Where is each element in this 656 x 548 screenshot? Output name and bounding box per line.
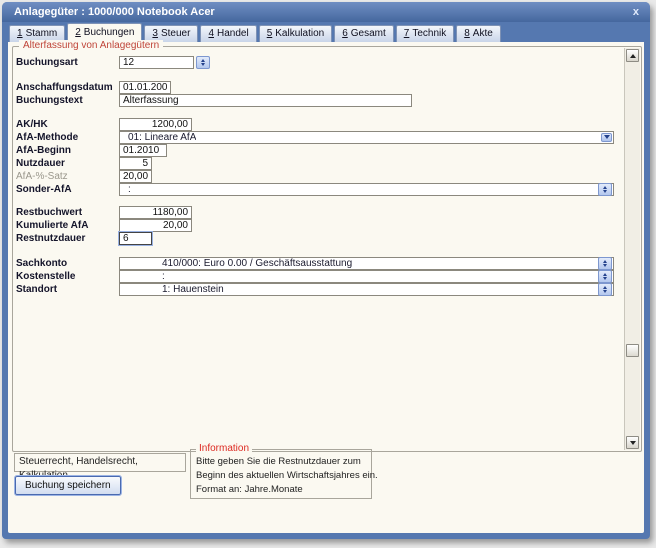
- sachkonto-stepper-icon[interactable]: [598, 256, 612, 270]
- standort-label: Standort: [16, 283, 58, 295]
- row-afa-methode: AfA-Methode 01: Lineare AfA: [16, 130, 614, 144]
- desktop-background: Anlagegüter : 1000/000 Notebook Acer x 1…: [0, 0, 656, 548]
- afa-methode-value: 01: Lineare AfA: [128, 131, 197, 143]
- ak-hk-label: AK/HK: [16, 118, 48, 130]
- row-kostenstelle: Kostenstelle :: [16, 269, 614, 283]
- nutzdauer-label: Nutzdauer: [16, 157, 65, 169]
- groupbox-legend: Alterfassung von Anlagegütern: [19, 40, 164, 51]
- afa-methode-select[interactable]: 01: Lineare AfA: [119, 130, 614, 144]
- kumulierte-afa-input[interactable]: [119, 218, 192, 232]
- sachkonto-label: Sachkonto: [16, 257, 68, 269]
- sachkonto-select[interactable]: 410/000: Euro 0.00 / Geschäftsausstattun…: [119, 256, 614, 270]
- standort-select[interactable]: 1: Hauenstein: [119, 282, 614, 296]
- chevron-down-icon[interactable]: [601, 132, 612, 142]
- sonder-afa-stepper-icon[interactable]: [598, 182, 612, 196]
- scrollbar-thumb[interactable]: [626, 344, 639, 357]
- window-titlebar[interactable]: Anlagegüter : 1000/000 Notebook Acer x: [2, 2, 650, 22]
- sonder-afa-select[interactable]: :: [119, 182, 614, 196]
- tab-kalkulation[interactable]: 5 Kalkulation: [258, 25, 333, 42]
- tab-handel[interactable]: 4 Handel: [200, 25, 257, 42]
- row-standort: Standort 1: Hauenstein: [16, 282, 614, 296]
- anschaffungsdatum-input[interactable]: [119, 80, 171, 94]
- row-sachkonto: Sachkonto 410/000: Euro 0.00 / Geschäfts…: [16, 256, 614, 270]
- afa-satz-input[interactable]: [119, 169, 152, 183]
- sonder-afa-label: Sonder-AfA: [16, 183, 72, 195]
- row-sonder-afa: Sonder-AfA :: [16, 182, 614, 196]
- row-restnutzdauer: Restnutzdauer: [16, 230, 153, 246]
- tab-technik[interactable]: 7 Technik: [395, 25, 455, 42]
- buchungsart-stepper-icon[interactable]: [196, 55, 210, 69]
- buchungsart-label: Buchungsart: [16, 56, 78, 68]
- kostenstelle-select[interactable]: :: [119, 269, 614, 283]
- sonder-afa-value: :: [128, 183, 131, 195]
- anlagegueter-window: Anlagegüter : 1000/000 Notebook Acer x 1…: [2, 2, 650, 539]
- scroll-up-icon[interactable]: [626, 49, 639, 62]
- row-afa-beginn: AfA-Beginn: [16, 143, 167, 157]
- scroll-down-icon[interactable]: [626, 436, 639, 449]
- row-buchungsart: Buchungsart: [16, 55, 210, 69]
- row-buchungstext: Buchungstext: [16, 93, 412, 107]
- standort-stepper-icon[interactable]: [598, 282, 612, 296]
- row-anschaffungsdatum: Anschaffungsdatum: [16, 80, 171, 94]
- tab-bar: 1 Stamm 2 Buchungen 3 Steuer 4 Handel 5 Kalku…: [2, 22, 650, 42]
- row-ak-hk: AK/HK: [16, 117, 192, 131]
- restnutzdauer-input[interactable]: [118, 230, 153, 246]
- kostenstelle-label: Kostenstelle: [16, 270, 76, 282]
- status-text-box: Steuerrecht, Handelsrecht, Kalkulation: [14, 453, 186, 481]
- row-restbuchwert: Restbuchwert: [16, 205, 192, 219]
- information-line: Beginn des aktuellen Wirtschaftsjahres e…: [196, 470, 378, 481]
- restnutzdauer-label: Restnutzdauer: [16, 232, 86, 244]
- information-legend: Information: [196, 443, 253, 454]
- buchungsart-input[interactable]: [119, 55, 194, 69]
- kumulierte-afa-label: Kumulierte AfA: [16, 219, 89, 231]
- tab-gesamt[interactable]: 6 Gesamt: [334, 25, 394, 42]
- kostenstelle-stepper-icon[interactable]: [598, 269, 612, 283]
- anschaffungsdatum-label: Anschaffungsdatum: [16, 81, 113, 93]
- restbuchwert-label: Restbuchwert: [16, 206, 83, 218]
- nutzdauer-input[interactable]: [119, 156, 152, 170]
- tab-akte[interactable]: 8 Akte: [456, 25, 501, 42]
- afa-beginn-input[interactable]: [119, 143, 167, 157]
- standort-value: 1: Hauenstein: [162, 283, 224, 295]
- sachkonto-value: 410/000: Euro 0.00 / Geschäftsausstattun…: [162, 257, 353, 269]
- information-line: Bitte geben Sie die Restnutzdauer zum: [196, 456, 361, 467]
- information-groupbox: Information Bitte geben Sie die Restnutz…: [190, 443, 378, 499]
- window-title: Anlagegüter : 1000/000 Notebook Acer: [14, 6, 215, 18]
- buchungstext-label: Buchungstext: [16, 94, 83, 106]
- row-kumulierte-afa: Kumulierte AfA: [16, 218, 192, 232]
- close-icon[interactable]: x: [633, 2, 639, 22]
- buchungstext-input[interactable]: [119, 93, 412, 107]
- ak-hk-input[interactable]: [119, 117, 192, 131]
- tab-page-buchungen: Alterfassung von Anlagegütern Buchungsar…: [8, 40, 644, 533]
- afa-methode-label: AfA-Methode: [16, 131, 79, 143]
- afa-satz-label: AfA-%-Satz: [16, 170, 68, 182]
- afa-beginn-label: AfA-Beginn: [16, 144, 71, 156]
- information-line: Format an: Jahre.Monate: [196, 484, 303, 495]
- save-booking-button[interactable]: Buchung speichern: [14, 475, 122, 496]
- vertical-scrollbar[interactable]: [624, 48, 640, 450]
- row-afa-satz: AfA-%-Satz: [16, 169, 152, 183]
- restbuchwert-input[interactable]: [119, 205, 192, 219]
- row-nutzdauer: Nutzdauer: [16, 156, 152, 170]
- kostenstelle-value: :: [162, 270, 165, 282]
